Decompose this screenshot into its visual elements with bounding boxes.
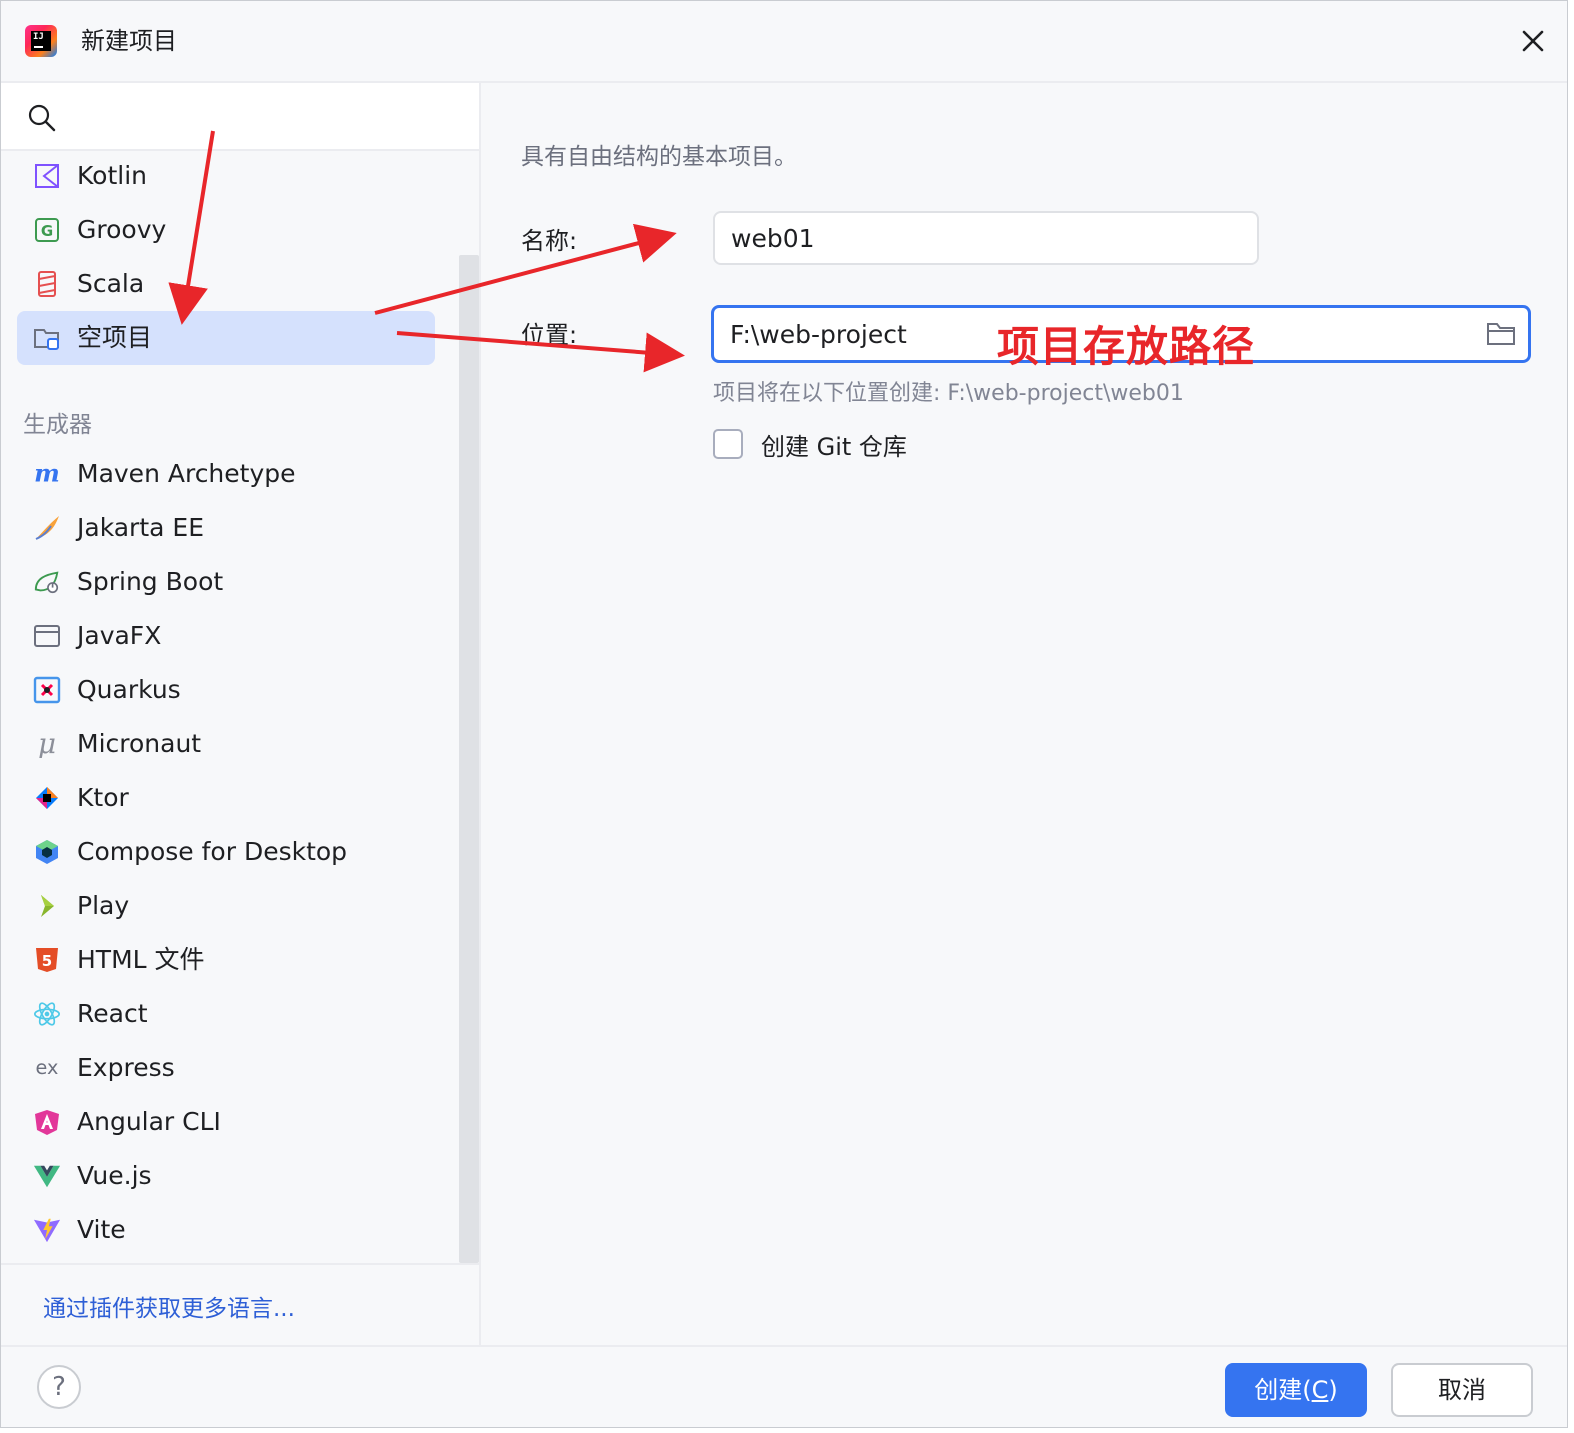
express-icon: ex [33, 1054, 61, 1082]
create-button[interactable]: 创建(C) [1225, 1363, 1367, 1417]
sidebar-item-label: Scala [77, 269, 145, 298]
sidebar-item-label: Vue.js [77, 1161, 152, 1190]
dialog-title: 新建项目 [81, 27, 177, 55]
sidebar-item-label: Kotlin [77, 161, 147, 190]
sidebar-item-vite[interactable]: Vite [17, 1203, 435, 1257]
javafx-icon [33, 622, 61, 650]
folder-icon [1487, 323, 1515, 345]
sidebar-item-label: Angular CLI [77, 1107, 221, 1136]
sidebar-item-label: Compose for Desktop [77, 837, 348, 866]
cancel-button[interactable]: 取消 [1391, 1363, 1533, 1417]
close-button[interactable] [1511, 19, 1555, 63]
sidebar-item-label: React [77, 999, 148, 1028]
sidebar-item-label: JavaFX [77, 621, 162, 650]
sidebar-item-scala[interactable]: Scala [17, 257, 435, 311]
sidebar-item-maven-archetype[interactable]: m Maven Archetype [17, 447, 435, 501]
sidebar-item-label: Micronaut [77, 729, 202, 758]
close-icon [1522, 30, 1544, 52]
sidebar-scrollbar[interactable] [459, 255, 479, 1263]
intellij-idea-icon: IJ [25, 25, 57, 57]
sidebar-item-label: Spring Boot [77, 567, 224, 596]
play-icon [33, 892, 61, 920]
search-input[interactable] [1, 83, 479, 151]
more-languages-link[interactable]: 通过插件获取更多语言... [43, 1289, 295, 1323]
sidebar-item-label: Groovy [77, 215, 167, 244]
svg-text:G: G [41, 222, 53, 240]
angular-icon [33, 1108, 61, 1136]
jakarta-ee-icon [33, 514, 61, 542]
project-description: 具有自由结构的基本项目。 [521, 144, 797, 170]
svg-text:m: m [34, 460, 60, 487]
svg-text:5: 5 [42, 952, 52, 970]
search-icon [28, 104, 56, 132]
html5-icon: 5 [33, 946, 61, 974]
micronaut-icon: μ [33, 730, 61, 758]
vite-icon [33, 1216, 61, 1244]
empty-project-icon [33, 324, 61, 352]
groovy-icon: G [33, 216, 61, 244]
sidebar-item-label: Express [77, 1053, 175, 1082]
svg-text:ex: ex [36, 1056, 59, 1079]
sidebar-item-label: Quarkus [77, 675, 181, 704]
kotlin-icon [33, 162, 61, 190]
sidebar-item-javafx[interactable]: JavaFX [17, 609, 435, 663]
sidebar-item-label: Vite [77, 1215, 126, 1244]
vue-icon [33, 1162, 61, 1190]
sidebar-item-play[interactable]: Play [17, 879, 435, 933]
maven-icon: m [33, 460, 61, 488]
compose-icon [33, 838, 61, 866]
location-hint: 项目将在以下位置创建: F:\web-project\web01 [713, 381, 1184, 406]
title-bar: IJ 新建项目 [1, 1, 1567, 83]
sidebar-item-express[interactable]: ex Express [17, 1041, 435, 1095]
dialog-footer: ? 创建(C) 取消 [1, 1345, 1567, 1427]
create-button-label-close: ) [1328, 1376, 1338, 1404]
location-label: 位置: [521, 321, 578, 349]
browse-folder-button[interactable] [1485, 319, 1517, 347]
sidebar-item-kotlin[interactable]: Kotlin [17, 149, 435, 203]
sidebar-item-spring-boot[interactable]: Spring Boot [17, 555, 435, 609]
sidebar-item-label: 空项目 [77, 323, 153, 352]
spring-boot-icon [33, 568, 61, 596]
quarkus-icon [33, 676, 61, 704]
sidebar-item-label: Ktor [77, 783, 129, 812]
create-mnemonic: C [1311, 1376, 1329, 1404]
sidebar-item-label: HTML 文件 [77, 945, 205, 974]
create-git-repo-label[interactable]: 创建 Git 仓库 [761, 427, 907, 462]
help-button[interactable]: ? [37, 1365, 81, 1409]
name-label: 名称: [521, 227, 578, 255]
sidebar-item-micronaut[interactable]: μ Micronaut [17, 717, 435, 771]
sidebar-item-label: Jakarta EE [77, 513, 204, 542]
ktor-icon [33, 784, 61, 812]
sidebar-item-react[interactable]: React [17, 987, 435, 1041]
sidebar-item-empty-project[interactable]: 空项目 [17, 311, 435, 365]
sidebar-item-quarkus[interactable]: Quarkus [17, 663, 435, 717]
divider [1, 1263, 479, 1265]
sidebar-item-jakarta-ee[interactable]: Jakarta EE [17, 501, 435, 555]
project-name-input[interactable] [713, 211, 1259, 265]
svg-text:μ: μ [38, 730, 56, 758]
sidebar-item-html-file[interactable]: 5 HTML 文件 [17, 933, 435, 987]
project-type-sidebar: Kotlin G Groovy Scala 空项目 生成器 m Maven Ar… [1, 83, 481, 1345]
react-icon [33, 1000, 61, 1028]
sidebar-item-angular-cli[interactable]: Angular CLI [17, 1095, 435, 1149]
sidebar-item-groovy[interactable]: G Groovy [17, 203, 435, 257]
sidebar-item-label: Play [77, 891, 130, 920]
create-git-repo-checkbox[interactable] [713, 429, 743, 459]
sidebar-item-label: Maven Archetype [77, 459, 296, 488]
sidebar-item-compose-for-desktop[interactable]: Compose for Desktop [17, 825, 435, 879]
sidebar-item-vuejs[interactable]: Vue.js [17, 1149, 435, 1203]
annotation-text: 项目存放路径 [997, 322, 1256, 371]
create-button-label: 创建( [1254, 1376, 1312, 1404]
scala-icon [33, 270, 61, 298]
sidebar-item-ktor[interactable]: Ktor [17, 771, 435, 825]
generators-section-label: 生成器 [23, 412, 92, 438]
new-project-dialog: IJ 新建项目 Kotlin G Groovy Scala 空项目 生成器 m … [0, 0, 1568, 1428]
